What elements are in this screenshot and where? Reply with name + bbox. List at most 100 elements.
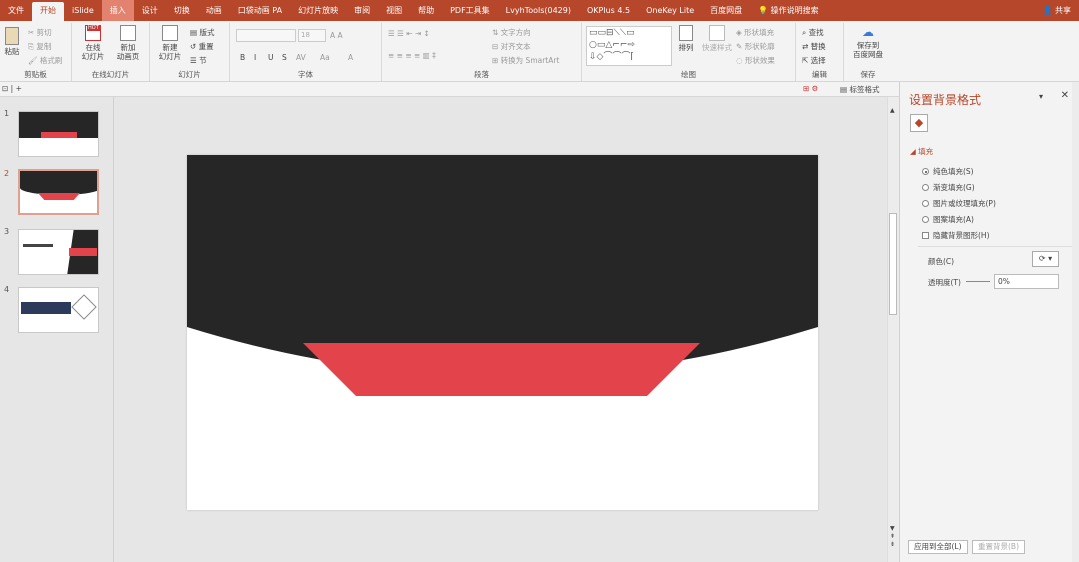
transparency-slider[interactable] xyxy=(966,281,990,282)
slide-thumbnail-2[interactable] xyxy=(18,169,99,215)
smartart-button[interactable]: ⊞ 转换为 SmartArt xyxy=(492,55,559,66)
dark-curved-shape xyxy=(187,155,818,376)
color-picker-button[interactable]: ⟳ ▾ xyxy=(1032,251,1059,267)
font-name-select[interactable] xyxy=(236,29,296,42)
tab-transitions[interactable]: 切换 xyxy=(166,0,198,21)
tag-format-button[interactable]: ▤ 标签格式 xyxy=(840,84,879,95)
select-button[interactable]: ⇱ 选择 xyxy=(802,55,826,66)
shapes-gallery[interactable]: ▭▭⊟⟍⟍▭ ○▭△⌐⌐⇨ ⇩◇⌒⌒⌒⌈ xyxy=(586,26,672,66)
scroll-thumb[interactable] xyxy=(889,213,897,315)
close-icon[interactable]: ✕ xyxy=(1061,90,1069,101)
find-button[interactable]: ⌕ 查找 xyxy=(802,27,824,38)
animation-page-icon xyxy=(120,25,136,41)
transparency-input[interactable]: 0% xyxy=(994,274,1059,289)
slide-vertical-scrollbar[interactable]: ▲ ▼ ⇞ ⇟ xyxy=(887,97,899,562)
pattern-fill-radio[interactable]: 图案填充(A) xyxy=(922,214,974,225)
group-font: 18 A A B I U S AV Aa A 字体 xyxy=(230,23,382,81)
tab-insert[interactable]: 插入 xyxy=(101,0,134,21)
solid-fill-radio[interactable]: 纯色填充(S) xyxy=(922,166,974,177)
tab-onekey[interactable]: OneKey Lite xyxy=(638,0,702,21)
pane-title: 设置背景格式 xyxy=(909,93,982,107)
cloud-icon: ☁ xyxy=(862,25,874,39)
tab-file[interactable]: 文件 xyxy=(0,0,32,21)
group-slides: 新建 幻灯片 ▤ 版式 ↺ 重置 ☰ 节 幻灯片 xyxy=(150,23,230,81)
group-editing: ⌕ 查找 ⇄ 替换 ⇱ 选择 编辑 xyxy=(796,23,844,81)
apply-to-all-button[interactable]: 应用到全部(L) xyxy=(908,540,968,554)
tab-baidu-netdisk[interactable]: 百度网盘 xyxy=(702,0,750,21)
reset-button[interactable]: ↺ 重置 xyxy=(190,41,214,52)
save-to-netdisk-button[interactable]: ☁ 保存到 百度网盘 xyxy=(848,25,888,59)
tab-islide[interactable]: iSlide xyxy=(64,0,102,21)
slide-thumbnail-4[interactable] xyxy=(18,287,99,333)
format-painter-button[interactable]: 🖌 格式刷 xyxy=(28,55,62,66)
bold-button[interactable]: B xyxy=(240,53,245,62)
slide-thumbnail-pane: 1 2 3 4 xyxy=(0,97,114,562)
slide-artwork xyxy=(187,155,818,396)
arrange-button[interactable]: 排列 xyxy=(676,25,696,52)
group-save: ☁ 保存到 百度网盘 保存 xyxy=(844,23,892,81)
fill-bucket-icon[interactable]: ◆ xyxy=(910,114,928,132)
pane-options-icon[interactable]: ▾ xyxy=(1039,92,1043,101)
tab-slideshow[interactable]: 幻灯片放映 xyxy=(290,0,346,21)
tab-lvyhtools[interactable]: LvyhTools(0429) xyxy=(498,0,579,21)
tell-me-search[interactable]: 💡 操作说明搜索 xyxy=(750,0,827,21)
tab-view[interactable]: 视图 xyxy=(378,0,410,21)
slide-thumbnail-1[interactable] xyxy=(18,111,99,157)
tab-pocket-animation[interactable]: 口袋动画 PA xyxy=(230,0,290,21)
group-drawing: ▭▭⊟⟍⟍▭ ○▭△⌐⌐⇨ ⇩◇⌒⌒⌒⌈ 排列 快速样式 ◈ 形状填充 ✎ 形状轮廓… xyxy=(582,23,796,81)
change-case-button[interactable]: Aa xyxy=(320,53,330,62)
italic-button[interactable]: I xyxy=(254,53,256,62)
hide-background-checkbox[interactable]: 隐藏背景图形(H) xyxy=(922,230,990,241)
tab-okplus[interactable]: OKPlus 4.5 xyxy=(579,0,638,21)
layout-button[interactable]: ▤ 版式 xyxy=(190,27,214,38)
font-size-select[interactable]: 18 xyxy=(298,29,326,42)
group-online-slides: 在线 幻灯片 HOT 新加 动画页 在线幻灯片 xyxy=(72,23,150,81)
tab-review[interactable]: 审阅 xyxy=(346,0,378,21)
char-spacing-button[interactable]: AV xyxy=(296,53,306,62)
replace-button[interactable]: ⇄ 替换 xyxy=(802,41,826,52)
lightbulb-icon: 💡 xyxy=(758,6,771,15)
picture-fill-radio[interactable]: 图片或纹理填充(P) xyxy=(922,198,996,209)
tab-help[interactable]: 帮助 xyxy=(410,0,442,21)
hot-badge: HOT xyxy=(87,25,100,31)
reset-background-button[interactable]: 重置背景(B) xyxy=(972,540,1025,554)
arrange-icon xyxy=(679,25,693,41)
slide-thumbnail-3[interactable] xyxy=(18,229,99,275)
tab-animations[interactable]: 动画 xyxy=(198,0,230,21)
fill-section-header[interactable]: ◢ 填充 xyxy=(910,146,933,157)
tab-home[interactable]: 开始 xyxy=(32,2,64,21)
new-slide-icon xyxy=(162,25,178,41)
grow-font-button[interactable]: A A xyxy=(330,31,343,40)
group-paragraph: ☰ ☰ ⇤ ⇥ ↕ ⇅ 文字方向 ⊟ 对齐文本 ⊞ 转换为 SmartArt ≡… xyxy=(382,23,582,81)
shape-outline-button[interactable]: ✎ 形状轮廓 xyxy=(736,41,775,52)
format-background-pane: 设置背景格式 ▾ ✕ ◆ ◢ 填充 纯色填充(S) 渐变填充(G) 图片或纹理填… xyxy=(899,82,1079,562)
font-color-button[interactable]: A xyxy=(348,53,353,62)
tab-design[interactable]: 设计 xyxy=(134,0,166,21)
copy-button[interactable]: ⎘ 复制 xyxy=(28,41,51,52)
outline-view-icon[interactable]: ⊡ | + xyxy=(2,84,22,93)
ribbon: 粘贴 ✂ 剪切 ⎘ 复制 🖌 格式刷 剪贴板 在线 幻灯片 HOT 新加 动画页… xyxy=(0,21,1079,82)
shape-effects-button[interactable]: ◌ 形状效果 xyxy=(736,55,775,66)
strikethrough-button[interactable]: S xyxy=(282,53,287,62)
section-button[interactable]: ☰ 节 xyxy=(190,55,207,66)
group-clipboard: 粘贴 ✂ 剪切 ⎘ 复制 🖌 格式刷 剪贴板 xyxy=(0,23,72,81)
gradient-fill-radio[interactable]: 渐变填充(G) xyxy=(922,182,975,193)
tab-pdf-tools[interactable]: PDF工具集 xyxy=(442,0,498,21)
cut-button[interactable]: ✂ 剪切 xyxy=(28,27,52,38)
align-buttons[interactable]: ≡ ≡ ≡ ≡ ▥ ‡ xyxy=(388,51,436,60)
group-label: 剪贴板 xyxy=(24,70,47,79)
quick-styles-button[interactable]: 快速样式 xyxy=(700,25,734,52)
paste-button[interactable]: 粘贴 xyxy=(3,27,21,56)
pane-scrollbar[interactable] xyxy=(1072,82,1079,562)
text-direction-button[interactable]: ⇅ 文字方向 xyxy=(492,27,531,38)
align-text-button[interactable]: ⊟ 对齐文本 xyxy=(492,41,531,52)
current-slide[interactable] xyxy=(187,155,818,510)
new-slide-button[interactable]: 新建 幻灯片 xyxy=(154,25,186,61)
underline-button[interactable]: U xyxy=(268,53,274,62)
transparency-label: 透明度(T) xyxy=(928,278,961,287)
new-animation-page-button[interactable]: 新加 动画页 xyxy=(112,25,144,61)
bullets-button[interactable]: ☰ ☰ ⇤ ⇥ ↕ xyxy=(388,29,430,38)
share-button[interactable]: 👤 共享 xyxy=(1042,0,1071,21)
islide-icons[interactable]: ⊞ ⚙ xyxy=(803,84,818,93)
shape-fill-button[interactable]: ◈ 形状填充 xyxy=(736,27,774,38)
